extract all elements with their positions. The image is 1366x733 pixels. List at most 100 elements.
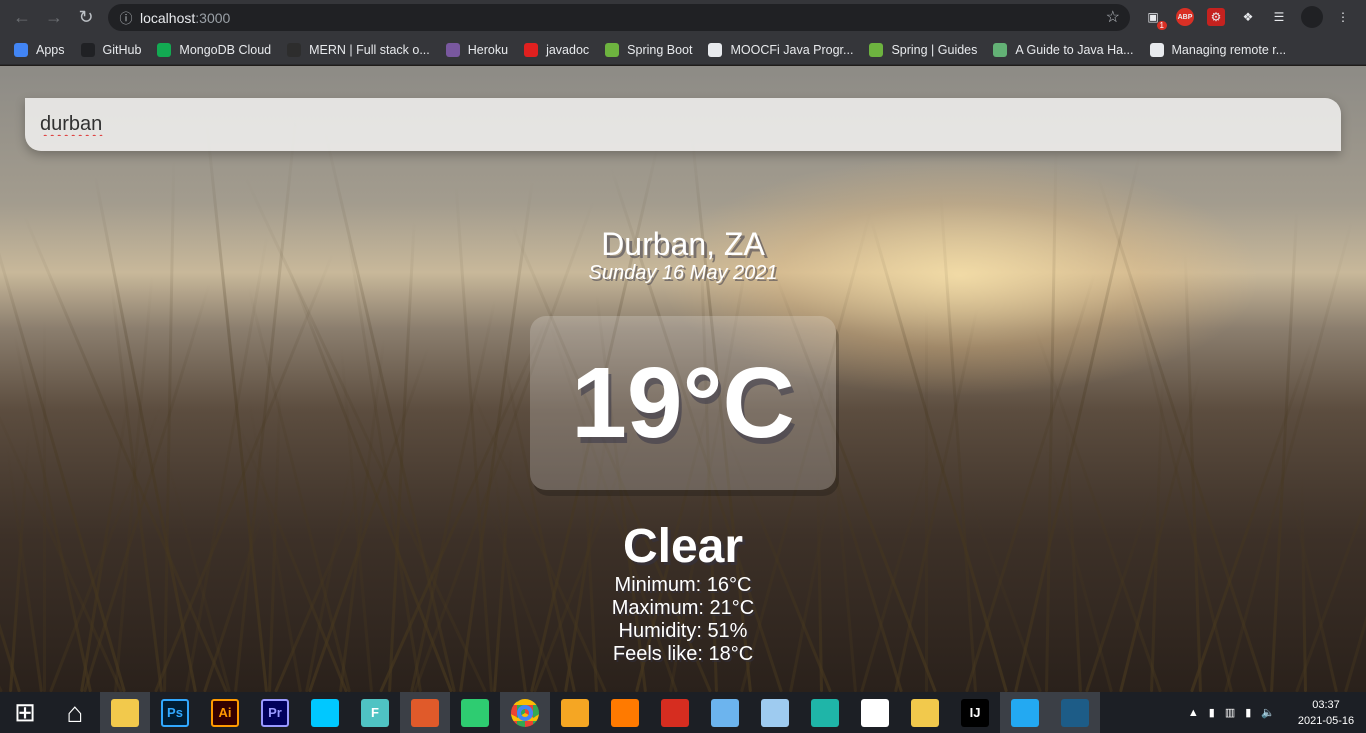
volume-icon[interactable]: 🔈	[1261, 706, 1275, 719]
vscode-icon	[1011, 698, 1039, 727]
bookmark-label: Spring | Guides	[891, 42, 978, 57]
taskbar-premiere[interactable]: Pr	[250, 692, 300, 733]
taskbar-virtualbox[interactable]	[750, 692, 800, 733]
git-tool-icon	[711, 698, 739, 727]
taskbar-start[interactable]: ⊞	[0, 692, 50, 733]
extension-red-icon[interactable]: ⚙	[1207, 8, 1225, 26]
video-player-icon	[611, 698, 639, 727]
bookmark-favicon-icon	[80, 42, 95, 57]
site-info-icon[interactable]: ⓘ	[112, 8, 140, 27]
search-input[interactable]	[25, 98, 1341, 151]
chrome-icon	[511, 698, 539, 727]
bookmark-label: A Guide to Java Ha...	[1015, 42, 1134, 57]
taskbar-git-tool[interactable]	[700, 692, 750, 733]
taskbar-clock[interactable]: 03:37 2021-05-16	[1286, 697, 1366, 729]
taskbar-video-player[interactable]	[600, 692, 650, 733]
cube-app-icon	[811, 698, 839, 727]
address-bar[interactable]: ⓘ localhost:3000 ☆	[108, 4, 1130, 31]
taskbar-recorder[interactable]	[400, 692, 450, 733]
url-port: :3000	[195, 9, 231, 26]
taskbar-intellij[interactable]: IJ	[950, 692, 1000, 733]
bookmark-favicon-icon	[157, 42, 172, 57]
taskbar-gem-app[interactable]	[900, 692, 950, 733]
bookmark-label: GitHub	[102, 42, 142, 57]
app-f-label: F	[371, 705, 379, 720]
profile-avatar[interactable]	[1301, 6, 1323, 28]
bookmark-favicon-icon	[605, 42, 620, 57]
bookmark-star-icon[interactable]: ☆	[1106, 7, 1120, 27]
location-title: Durban, ZA	[601, 226, 765, 262]
virtualbox-icon	[761, 698, 789, 727]
taskbar-windows-tiles[interactable]	[650, 692, 700, 733]
media-queue-icon[interactable]: ☰	[1268, 6, 1290, 28]
bookmark-item[interactable]: javadoc	[524, 42, 590, 57]
bookmark-favicon-icon	[287, 42, 302, 57]
network-icon[interactable]: ▥	[1225, 706, 1235, 719]
bookmark-item[interactable]: Apps	[14, 42, 65, 57]
bookmark-item[interactable]: Spring | Guides	[869, 42, 978, 57]
taskbar-mail[interactable]	[300, 692, 350, 733]
bookmark-label: MOOCFi Java Progr...	[730, 42, 854, 57]
tray-device-icon[interactable]: ▮	[1209, 706, 1215, 719]
intellij-icon: IJ	[961, 698, 989, 727]
photoshop-icon: Ps	[161, 698, 189, 727]
extension-badge: 1	[1156, 21, 1167, 30]
taskbar-file-explorer[interactable]	[100, 692, 150, 733]
windows-tiles-icon	[661, 698, 689, 727]
bookmark-item[interactable]: MongoDB Cloud	[157, 42, 272, 57]
bookmark-item[interactable]: Heroku	[445, 42, 509, 57]
bookmark-item[interactable]: MOOCFi Java Progr...	[708, 42, 854, 57]
taskbar-photoshop[interactable]: Ps	[150, 692, 200, 733]
illustrator-label: Ai	[218, 705, 232, 720]
bookmark-item[interactable]: Spring Boot	[605, 42, 692, 57]
reload-icon[interactable]: ↻	[70, 2, 102, 34]
mail-icon	[311, 698, 339, 727]
start-icon: ⊞	[14, 697, 36, 727]
bookmark-favicon-icon	[445, 42, 460, 57]
bookmark-favicon-icon	[14, 42, 28, 57]
tray-chevron-icon[interactable]: ▲	[1188, 707, 1199, 719]
taskbar-illustrator[interactable]: Ai	[200, 692, 250, 733]
clock-date: 2021-05-16	[1297, 714, 1355, 727]
bookmark-favicon-icon	[993, 42, 1008, 57]
bookmarks-bar: Apps GitHub MongoDB Cloud MERN | Full stack…	[0, 35, 1366, 65]
url-host: localhost	[140, 9, 196, 26]
battery-icon[interactable]: ▮	[1245, 706, 1251, 719]
taskbar-todo[interactable]	[550, 692, 600, 733]
bookmark-label: Apps	[36, 42, 65, 57]
bookmark-favicon-icon	[524, 42, 539, 57]
taskbar-chrome[interactable]	[500, 692, 550, 733]
temperature-value: 19°C	[571, 346, 795, 459]
taskbar-mysql-workbench[interactable]	[1050, 692, 1100, 733]
taskbar-brave[interactable]	[450, 692, 500, 733]
taskbar-app-w[interactable]	[850, 692, 900, 733]
bookmark-label: javadoc	[546, 42, 590, 57]
bookmark-item[interactable]: GitHub	[80, 42, 142, 57]
menu-kebab-icon[interactable]: ⋮	[1332, 6, 1354, 28]
humidity: Humidity: 51%	[618, 620, 748, 642]
back-arrow-icon[interactable]: ←	[6, 2, 38, 34]
bookmark-item[interactable]: MERN | Full stack o...	[287, 42, 430, 57]
system-tray: ▲ ▮ ▥ ▮ 🔈 03:37 2021-05-16	[1183, 692, 1366, 733]
taskbar-cube-app[interactable]	[800, 692, 850, 733]
bookmark-label: Heroku	[467, 42, 509, 57]
extension-monitor-icon[interactable]: ▣ 1	[1142, 6, 1167, 30]
bookmark-item[interactable]: Managing remote r...	[1149, 42, 1286, 57]
windows-taskbar: ⊞ ⌂ Ps Ai Pr F IJ ▲ ▮ ▥ ▮ 🔈 03:37 2021-05-16	[0, 692, 1366, 733]
bookmark-favicon-icon	[708, 42, 723, 57]
min-temperature: Minimum: 16°C	[614, 574, 752, 596]
clock-time: 03:37	[1312, 698, 1340, 711]
weather-page: Durban, ZA Sunday 16 May 2021 19°C Clear…	[0, 66, 1366, 692]
extensions-puzzle-icon[interactable]: ❖	[1237, 6, 1259, 28]
illustrator-icon: Ai	[211, 698, 239, 727]
taskbar-app-f[interactable]: F	[350, 692, 400, 733]
bookmark-item[interactable]: A Guide to Java Ha...	[993, 42, 1134, 57]
address-url[interactable]: localhost:3000	[140, 10, 230, 26]
taskbar-vscode[interactable]	[1000, 692, 1050, 733]
taskbar-home[interactable]: ⌂	[50, 692, 100, 733]
bookmark-label: MongoDB Cloud	[179, 42, 272, 57]
browser-toolbar: ← → ↻ ⓘ localhost:3000 ☆ ▣ 1 ABP ⚙ ❖ ☰ ⋮	[0, 0, 1366, 35]
forward-arrow-icon[interactable]: →	[38, 2, 70, 34]
bookmark-favicon-icon	[869, 42, 884, 57]
adblock-icon[interactable]: ABP	[1176, 8, 1194, 26]
